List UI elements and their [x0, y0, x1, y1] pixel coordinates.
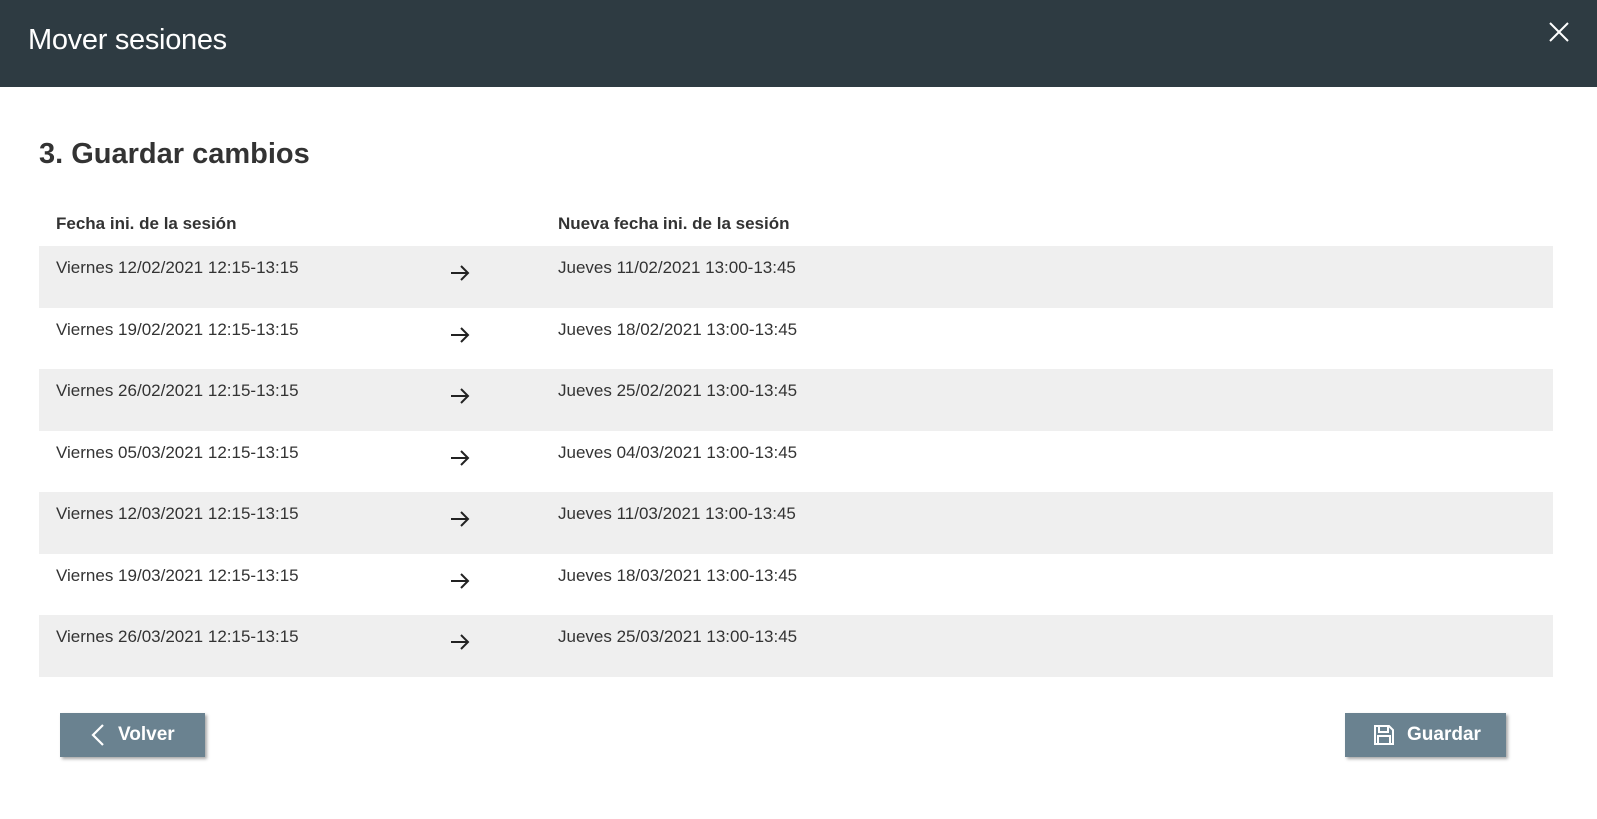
- table-row: Viernes 26/03/2021 12:15-13:15 Jueves 25…: [39, 615, 1553, 677]
- close-icon: [1549, 22, 1569, 42]
- header-original-date: Fecha ini. de la sesión: [56, 214, 237, 233]
- back-button[interactable]: Volver: [60, 713, 205, 757]
- table-header: Fecha ini. de la sesión Nueva fecha ini.…: [39, 206, 1553, 246]
- save-button[interactable]: Guardar: [1345, 713, 1506, 757]
- move-sessions-dialog: Mover sesiones 3. Guardar cambios Fecha …: [0, 0, 1597, 819]
- close-button[interactable]: [1547, 20, 1571, 44]
- original-date-cell: Viernes 19/03/2021 12:15-13:15: [56, 565, 299, 585]
- original-date-cell: Viernes 12/03/2021 12:15-13:15: [56, 504, 299, 523]
- table-row: Viernes 19/03/2021 12:15-13:15 Jueves 18…: [39, 554, 1553, 616]
- table-row: Viernes 12/03/2021 12:15-13:15 Jueves 11…: [39, 492, 1553, 554]
- back-button-label: Volver: [118, 724, 175, 745]
- sessions-table: Fecha ini. de la sesión Nueva fecha ini.…: [39, 206, 1553, 677]
- original-date-cell: Viernes 19/02/2021 12:15-13:15: [56, 319, 299, 339]
- header-new-date: Nueva fecha ini. de la sesión: [558, 214, 790, 233]
- new-date-cell: Jueves 25/02/2021 13:00-13:45: [558, 381, 798, 400]
- new-date-cell: Jueves 25/03/2021 13:00-13:45: [558, 627, 798, 646]
- arrow-right-icon: [451, 388, 470, 404]
- original-date-cell: Viernes 12/02/2021 12:15-13:15: [56, 258, 299, 277]
- dialog-header: Mover sesiones: [0, 0, 1597, 87]
- table-row: Viernes 19/02/2021 12:15-13:15 Jueves 18…: [39, 308, 1553, 370]
- new-date-cell: Jueves 11/03/2021 13:00-13:45: [558, 504, 796, 523]
- original-date-cell: Viernes 05/03/2021 12:15-13:15: [56, 442, 299, 462]
- arrow-right-icon: [451, 572, 470, 589]
- new-date-cell: Jueves 11/02/2021 13:00-13:45: [558, 258, 796, 277]
- arrow-right-icon: [451, 326, 470, 343]
- arrow-right-icon: [451, 634, 470, 650]
- dialog-title: Mover sesiones: [28, 24, 227, 56]
- floppy-disk-icon: [1373, 724, 1395, 746]
- table-row: Viernes 12/02/2021 12:15-13:15 Jueves 11…: [39, 246, 1553, 308]
- table-row: Viernes 26/02/2021 12:15-13:15 Jueves 25…: [39, 369, 1553, 431]
- new-date-cell: Jueves 18/03/2021 13:00-13:45: [558, 565, 798, 585]
- new-date-cell: Jueves 04/03/2021 13:00-13:45: [558, 442, 798, 462]
- table-row: Viernes 05/03/2021 12:15-13:15 Jueves 04…: [39, 431, 1553, 493]
- step-title: 3. Guardar cambios: [39, 138, 310, 170]
- arrow-right-icon: [451, 265, 470, 281]
- arrow-right-icon: [451, 511, 470, 527]
- chevron-left-icon: [90, 723, 106, 747]
- save-button-label: Guardar: [1407, 724, 1481, 745]
- arrow-right-icon: [451, 449, 470, 466]
- original-date-cell: Viernes 26/02/2021 12:15-13:15: [56, 381, 299, 400]
- original-date-cell: Viernes 26/03/2021 12:15-13:15: [56, 627, 299, 646]
- new-date-cell: Jueves 18/02/2021 13:00-13:45: [558, 319, 798, 339]
